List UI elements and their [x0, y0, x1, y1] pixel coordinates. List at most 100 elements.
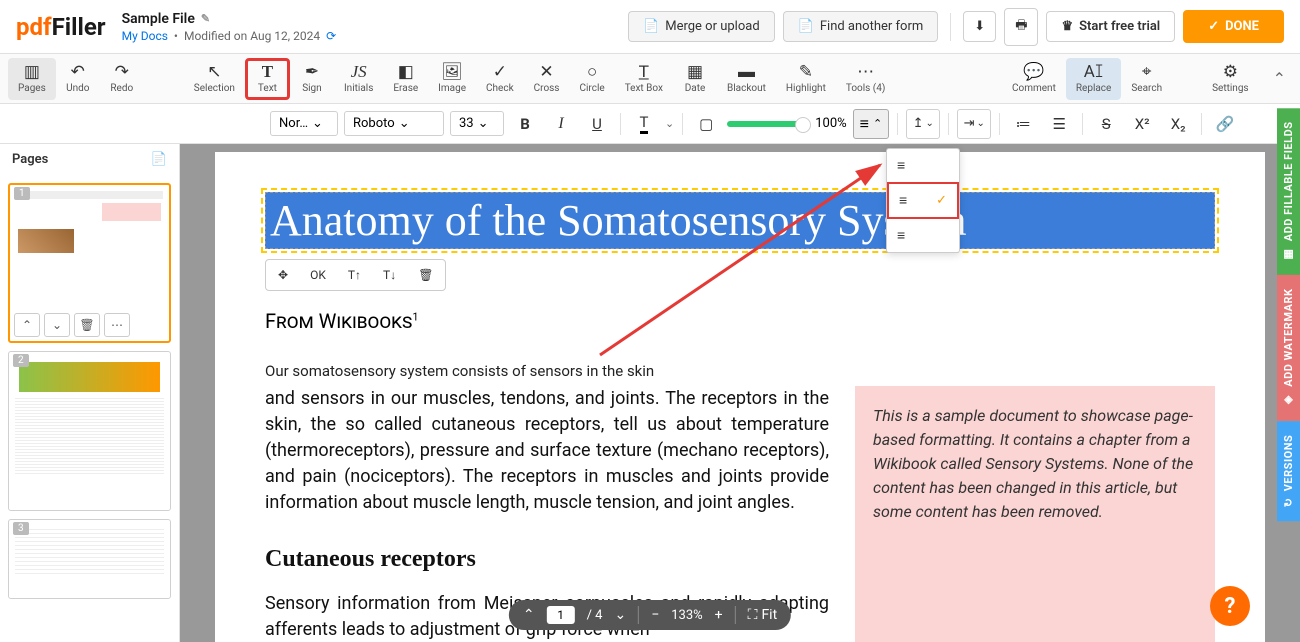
fit-icon: ⛶	[748, 607, 758, 623]
erase-tool[interactable]: ◧Erase	[383, 58, 428, 100]
text-color-button[interactable]: T	[629, 109, 659, 139]
chevron-down-icon: ⌄	[52, 318, 62, 332]
page-thumbnail-3[interactable]: 3	[8, 519, 171, 599]
cross-tool[interactable]: ✕Cross	[524, 58, 570, 100]
align-popup: ≡ ≡✓ ≡	[886, 148, 960, 253]
image-label: Image	[438, 83, 466, 94]
replace-tool[interactable]: AꕯReplace	[1066, 58, 1122, 100]
form-icon: ▦	[1282, 248, 1295, 262]
file-info: Sample File ✎ My Docs • Modified on Aug …	[122, 11, 337, 43]
subscript-button[interactable]: X₂	[1163, 109, 1193, 139]
sign-tool[interactable]: ✒Sign	[290, 58, 334, 100]
thumbnails-list[interactable]: 1 ⌃ ⌄ 🗑 ⋯ 2	[0, 175, 179, 642]
modified-text: Modified on Aug 12, 2024	[184, 29, 320, 43]
chevron-down-icon: ⌄	[478, 116, 489, 131]
download-icon: ⬇	[974, 19, 985, 34]
settings-label: Settings	[1212, 83, 1249, 94]
edit-icon[interactable]: ✎	[201, 12, 210, 25]
underline-button[interactable]: U	[582, 109, 612, 139]
text-align-dropdown[interactable]: ≡ ⌃	[853, 109, 890, 139]
move-down-button[interactable]: ⌄	[44, 313, 70, 337]
versions-rail[interactable]: ↻VERSIONS	[1277, 421, 1300, 521]
file-meta: My Docs • Modified on Aug 12, 2024 ⟳	[122, 29, 337, 43]
download-button[interactable]: ⬇	[963, 11, 996, 42]
numbered-list-button[interactable]: ≔	[1008, 109, 1038, 139]
redo-tool[interactable]: ↷Redo	[100, 58, 144, 100]
circle-tool[interactable]: ○Circle	[569, 58, 614, 100]
merge-upload-button[interactable]: 📄 Merge or upload	[628, 11, 775, 42]
bullet-list-button[interactable]: ☰	[1044, 109, 1074, 139]
more-page-button[interactable]: ⋯	[104, 313, 130, 337]
initials-tool[interactable]: JSInitials	[334, 58, 383, 100]
text-tool[interactable]: TText	[245, 58, 290, 100]
link-button[interactable]: 🔗	[1210, 109, 1240, 139]
chevron-down-icon[interactable]: ⌄	[665, 117, 674, 130]
circle-icon: ○	[587, 63, 597, 81]
align-center-option[interactable]: ≡✓	[887, 182, 959, 219]
move-handle[interactable]: ✥	[270, 264, 296, 286]
add-watermark-rail[interactable]: ◈ADD WATERMARK	[1277, 275, 1300, 421]
zoom-out-button[interactable]: −	[651, 607, 659, 623]
app-header: pdfFiller Sample File ✎ My Docs • Modifi…	[0, 0, 1300, 54]
vertical-align-button[interactable]: ↥⌄	[906, 109, 940, 139]
blackout-tool[interactable]: ▬Blackout	[717, 58, 776, 100]
current-page-input[interactable]	[547, 606, 575, 624]
selected-title-text[interactable]: Anatomy of the Somatosensory System	[265, 192, 1215, 249]
delete-page-button[interactable]: 🗑	[74, 313, 100, 337]
done-button[interactable]: ✓ DONE	[1183, 10, 1284, 43]
image-tool[interactable]: 🖼Image	[428, 58, 476, 100]
align-right-option[interactable]: ≡	[887, 219, 959, 252]
date-tool[interactable]: ▦Date	[673, 58, 717, 100]
add-page-icon[interactable]: 📄	[151, 152, 167, 167]
chevron-down-icon: ⌄	[312, 116, 323, 131]
print-button[interactable]: 🖶	[1004, 8, 1038, 46]
prev-page-button[interactable]: ⌃	[523, 607, 535, 623]
tools-menu[interactable]: ⋯Tools (4)	[836, 58, 896, 100]
increase-font-button[interactable]: T↑	[340, 264, 369, 286]
cross-icon: ✕	[539, 63, 553, 81]
textbox-tool[interactable]: T̲Text Box	[615, 58, 673, 100]
undo-icon: ↶	[71, 63, 85, 81]
find-form-button[interactable]: 📄 Find another form	[783, 11, 939, 42]
check-tool[interactable]: ✓Check	[476, 58, 524, 100]
selection-tool[interactable]: ↖Selection	[184, 58, 245, 100]
zoom-in-button[interactable]: +	[715, 607, 723, 623]
delete-text-button[interactable]: 🗑	[410, 264, 441, 286]
move-up-button[interactable]: ⌃	[14, 313, 40, 337]
help-button[interactable]: ?	[1210, 586, 1250, 626]
next-page-button[interactable]: ⌄	[614, 607, 626, 623]
start-trial-button[interactable]: ♛ Start free trial	[1046, 11, 1175, 42]
superscript-button[interactable]: X²	[1127, 109, 1157, 139]
italic-button[interactable]: I	[546, 109, 576, 139]
undo-tool[interactable]: ↶Undo	[56, 58, 100, 100]
collapse-toolbar-button[interactable]: ⌃	[1267, 63, 1292, 94]
document-canvas[interactable]: Anatomy of the Somatosensory System ✥ OK…	[180, 144, 1300, 642]
decrease-font-button[interactable]: T↓	[375, 264, 404, 286]
search-tool[interactable]: ⌖Search	[1121, 58, 1172, 100]
comment-tool[interactable]: 💬Comment	[1002, 58, 1066, 100]
fit-button[interactable]: ⛶Fit	[748, 607, 778, 623]
highlight-color-button[interactable]: ▢	[691, 109, 721, 139]
comment-icon: 💬	[1023, 63, 1044, 81]
document-page[interactable]: Anatomy of the Somatosensory System ✥ OK…	[215, 152, 1265, 642]
paragraph-style-dropdown[interactable]: Nor…⌄	[270, 111, 338, 136]
chevron-up-icon: ⌃	[523, 607, 535, 623]
file-title[interactable]: Sample File ✎	[122, 11, 337, 27]
strikethrough-button[interactable]: S	[1091, 109, 1121, 139]
indent-button[interactable]: ⇥⌄	[957, 109, 991, 139]
highlight-tool[interactable]: ✎Highlight	[776, 58, 836, 100]
page-thumbnail-1[interactable]: 1 ⌃ ⌄ 🗑 ⋯	[8, 183, 171, 343]
ok-button[interactable]: OK	[302, 264, 334, 286]
logo-filler: Filler	[52, 13, 106, 41]
font-family-dropdown[interactable]: Roboto⌄	[344, 111, 444, 136]
font-size-dropdown[interactable]: 33⌄	[450, 111, 504, 136]
add-fillable-fields-rail[interactable]: ▦ADD FILLABLE FIELDS	[1277, 108, 1300, 275]
align-left-option[interactable]: ≡	[887, 149, 959, 182]
page-thumbnail-2[interactable]: 2	[8, 351, 171, 511]
sync-icon[interactable]: ⟳	[326, 29, 336, 43]
bold-button[interactable]: B	[510, 109, 540, 139]
pages-tool[interactable]: ▥Pages	[8, 58, 56, 100]
my-docs-link[interactable]: My Docs	[122, 29, 168, 43]
settings-tool[interactable]: ⚙Settings	[1202, 58, 1259, 100]
opacity-slider[interactable]	[727, 121, 807, 127]
